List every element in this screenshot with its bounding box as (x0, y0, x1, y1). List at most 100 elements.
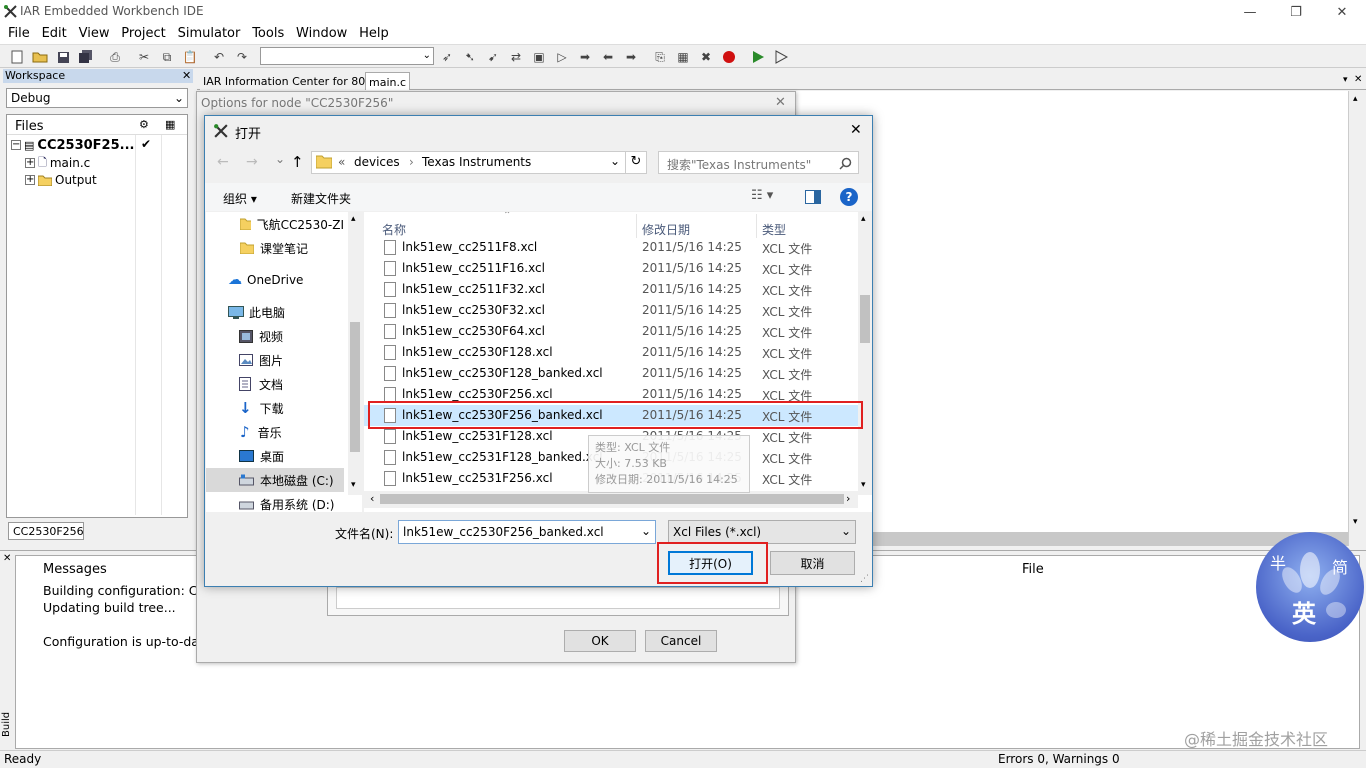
expand-icon[interactable]: + (25, 175, 35, 185)
file-row[interactable]: lnk51ew_cc2530F128_banked.xcl 2011/5/16 1… (364, 363, 858, 384)
nav-scrollbar[interactable]: ▴ ▾ (348, 212, 362, 495)
file-row[interactable]: lnk51ew_cc2511F8.xcl 2011/5/16 14:25 XCL 文… (364, 237, 858, 258)
help-icon[interactable]: ? (840, 188, 858, 206)
workspace-tab-cc2530f256[interactable]: CC2530F256 (8, 522, 84, 540)
nav-item-pictures[interactable]: 图片 (206, 348, 344, 372)
nav-item-desktop[interactable]: 桌面 (206, 444, 344, 468)
preview-pane-icon[interactable] (805, 190, 821, 204)
redo-icon[interactable]: ↷ (233, 48, 251, 66)
nav-item-backup-d[interactable]: 备用系统 (D:) (206, 492, 344, 512)
back-arrow-icon[interactable]: ← (217, 154, 229, 170)
editor-vscrollbar[interactable]: ▴ ▾ (1348, 91, 1366, 546)
file-row[interactable]: lnk51ew_cc2530F64.xcl 2011/5/16 14:25 XCL … (364, 321, 858, 342)
copy-icon[interactable]: ⧉ (158, 48, 176, 66)
file-hscroll-thumb[interactable] (380, 494, 844, 504)
menu-window[interactable]: Window (296, 24, 347, 43)
config-select[interactable]: Debug ⌄ (6, 88, 188, 108)
file-row[interactable]: lnk51ew_cc2511F16.xcl 2011/5/16 14:25 XCL … (364, 258, 858, 279)
breadcrumb-texas-instruments[interactable]: Texas Instruments (422, 155, 531, 169)
breadcrumb-overflow[interactable]: « (338, 155, 345, 169)
tab-dropdown-icon[interactable]: ▾ (1343, 75, 1348, 85)
build-side-tab[interactable]: Build (0, 711, 14, 749)
navigate-forward-icon[interactable]: ➡ (622, 48, 640, 66)
nav-scroll-thumb[interactable] (350, 322, 360, 452)
goto-icon[interactable]: ▣ (530, 48, 548, 66)
file-hscrollbar[interactable]: ‹ › (364, 491, 858, 508)
organize-button[interactable]: 组织 ▾ (223, 190, 257, 207)
tree-item-main-c[interactable]: + 🗋 main.c (25, 155, 90, 171)
print-icon[interactable]: ⎙ (106, 48, 124, 66)
find-combo[interactable]: ⌄ (260, 47, 434, 65)
new-folder-button[interactable]: 新建文件夹 (291, 190, 351, 207)
options-ok-button[interactable]: OK (564, 630, 636, 652)
tab-info-center[interactable]: IAR Information Center for 8051 (200, 74, 383, 90)
filter-dropdown-icon[interactable]: ⌄ (841, 524, 851, 538)
nav-item-feihang[interactable]: 飞航CC2530-ZI (206, 212, 344, 236)
find-icon[interactable]: ➶ (438, 48, 456, 66)
restore-button[interactable]: ❐ (1273, 0, 1319, 24)
view-options-icon[interactable]: ☷ ▾ (751, 188, 773, 203)
file-row[interactable]: lnk51ew_cc2530F32.xcl 2011/5/16 14:25 XCL … (364, 300, 858, 321)
undo-icon[interactable]: ↶ (210, 48, 228, 66)
menu-help[interactable]: Help (359, 24, 389, 43)
address-bar[interactable]: « devices › Texas Instruments ⌄ (311, 151, 626, 174)
save-all-icon[interactable] (77, 48, 95, 66)
nav-item-notes[interactable]: 课堂笔记 (206, 236, 344, 260)
filename-input[interactable]: lnk51ew_cc2530F256_banked.xcl ⌄ (398, 520, 656, 544)
search-box[interactable]: 搜索"Texas Instruments" (658, 151, 859, 174)
make-icon[interactable]: ▦ (674, 48, 692, 66)
stop-build-icon[interactable]: ✖ (697, 48, 715, 66)
scroll-down-icon[interactable]: ▾ (351, 480, 356, 490)
workspace-close-icon[interactable]: ✕ (182, 69, 191, 82)
replace-icon[interactable]: ⇄ (507, 48, 525, 66)
menu-project[interactable]: Project (121, 24, 165, 43)
debug-no-download-icon[interactable] (772, 48, 790, 66)
debug-icon[interactable] (749, 48, 767, 66)
options-close-icon[interactable]: ✕ (775, 95, 786, 110)
breakpoint-icon[interactable] (720, 48, 738, 66)
nav-item-onedrive[interactable]: ☁ OneDrive (206, 268, 344, 292)
menu-edit[interactable]: Edit (42, 24, 67, 43)
file-vscrollbar[interactable]: ▴ ▾ (858, 212, 872, 495)
resize-grip-icon[interactable]: ⋰ (860, 574, 869, 584)
menu-tools[interactable]: Tools (252, 24, 284, 43)
column-type[interactable]: 类型 (762, 221, 786, 238)
scroll-up-icon[interactable]: ▴ (351, 214, 356, 224)
nav-item-documents[interactable]: 文档 (206, 372, 344, 396)
scroll-down-icon[interactable]: ▾ (861, 480, 866, 490)
cut-icon[interactable]: ✂ (135, 48, 153, 66)
scroll-up-icon[interactable]: ▴ (1353, 94, 1358, 104)
tab-close-icon[interactable]: ✕ (1354, 74, 1362, 85)
recent-chevron-icon[interactable]: ⌄ (275, 152, 285, 166)
messages-close-icon[interactable]: ✕ (3, 553, 11, 564)
scroll-left-icon[interactable]: ‹ (370, 492, 374, 505)
tree-item-output[interactable]: + Output (25, 172, 97, 188)
find-prev-icon[interactable]: ➹ (484, 48, 502, 66)
nav-item-local-disk-c[interactable]: 本地磁盘 (C:) (206, 468, 344, 492)
options-cancel-button[interactable]: Cancel (645, 630, 717, 652)
up-arrow-icon[interactable]: ↑ (291, 153, 304, 171)
close-button[interactable]: ✕ (1319, 0, 1365, 24)
column-date[interactable]: 修改日期 (642, 221, 690, 238)
menu-simulator[interactable]: Simulator (178, 24, 241, 43)
scroll-up-icon[interactable]: ▴ (861, 214, 866, 224)
tree-item-project[interactable]: − ▤ CC2530F25... (11, 137, 134, 153)
navigate-back-icon[interactable]: ⬅ (599, 48, 617, 66)
scroll-right-icon[interactable]: › (846, 492, 850, 505)
breadcrumb-devices[interactable]: devices (354, 155, 400, 169)
file-row[interactable]: lnk51ew_cc2511F32.xcl 2011/5/16 14:25 XCL … (364, 279, 858, 300)
collapse-icon[interactable]: − (11, 140, 21, 150)
forward-arrow-icon[interactable]: → (246, 154, 258, 170)
tab-main-c[interactable]: main.c (365, 72, 411, 90)
filename-dropdown-icon[interactable]: ⌄ (641, 524, 651, 538)
nav-item-videos[interactable]: 视频 (206, 324, 344, 348)
save-icon[interactable] (54, 48, 72, 66)
menu-file[interactable]: File (8, 24, 30, 43)
refresh-icon[interactable]: ↻ (625, 151, 647, 174)
scroll-down-icon[interactable]: ▾ (1353, 517, 1358, 527)
nav-item-this-pc[interactable]: 此电脑 (206, 300, 344, 324)
new-file-icon[interactable] (8, 48, 26, 66)
nav-item-downloads[interactable]: ↓ 下载 (206, 396, 344, 420)
menu-view[interactable]: View (79, 24, 110, 43)
paste-icon[interactable]: 📋 (181, 48, 199, 66)
